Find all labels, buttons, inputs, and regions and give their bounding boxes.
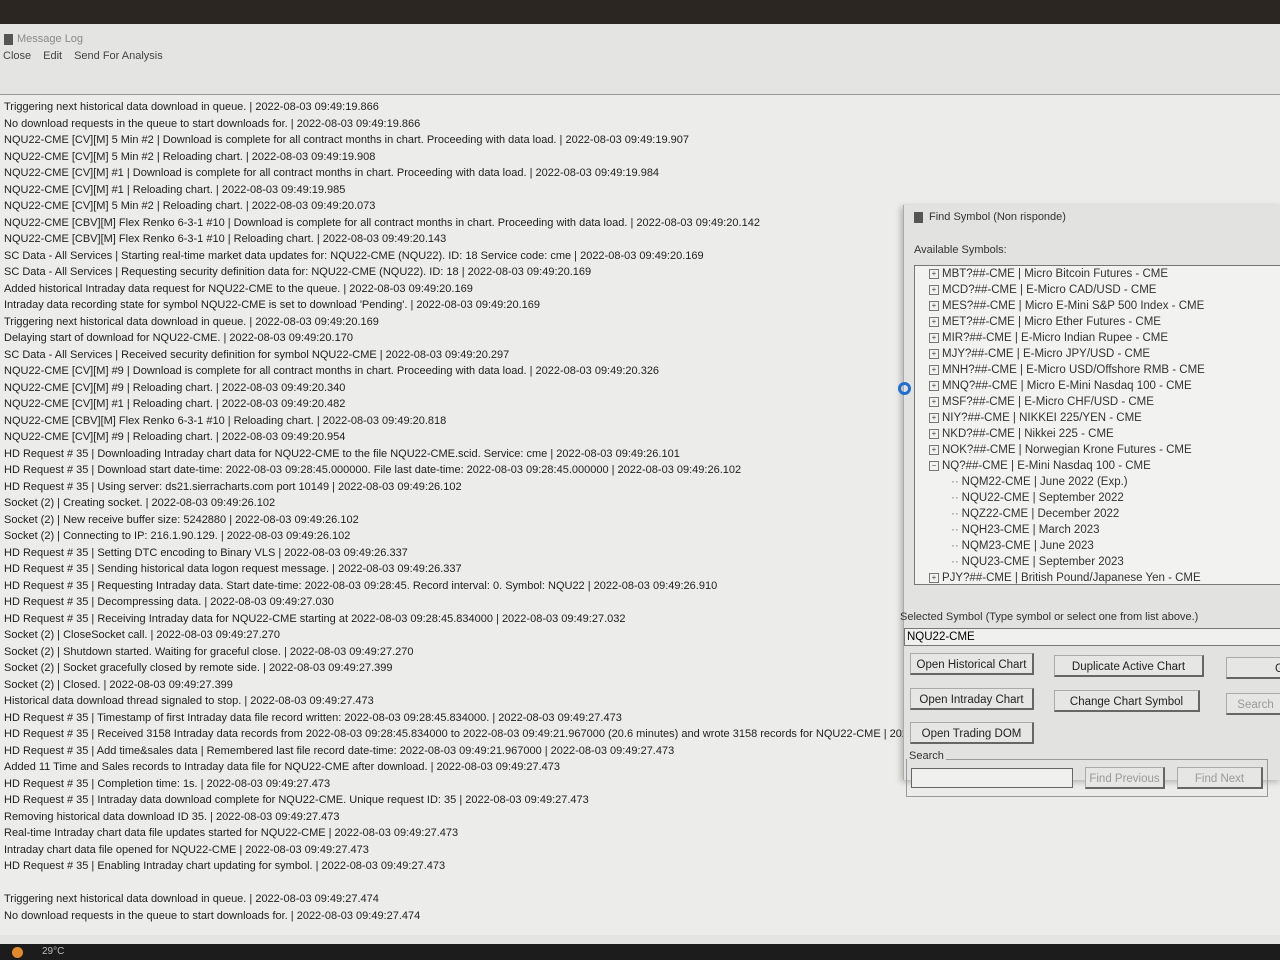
find-next-button[interactable]: Find Next [1177,767,1263,789]
available-symbols-label: Available Symbols: [914,244,1007,256]
search-input[interactable] [911,768,1073,788]
selected-symbol-label: Selected Symbol (Type symbol or select o… [900,611,1199,623]
expand-icon[interactable]: + [929,429,939,439]
tree-child-label: NQU23-CME | September 2023 [961,556,1124,568]
duplicate-active-chart-button[interactable]: Duplicate Active Chart [1054,655,1204,677]
log-entry: NQU22-CME [CV][M] #1 | Download is compl… [4,167,660,179]
expand-icon[interactable]: + [929,333,939,343]
log-entry: NQU22-CME [CV][M] 5 Min #2 | Download is… [4,134,690,146]
window-title: Message Log [17,33,84,45]
tree-item-label: NIY?##-CME | NIKKEI 225/YEN - CME [942,412,1142,424]
tree-item[interactable]: − NQ?##-CME | E-Mini Nasdaq 100 - CME [915,458,1280,474]
tree-child-label: NQU22-CME | September 2022 [961,492,1124,504]
expand-icon[interactable]: + [929,573,939,583]
tree-item-label: MIR?##-CME | E-Micro Indian Rupee - CME [942,332,1169,344]
sun-icon [12,947,23,958]
find-symbol-dialog: Find Symbol (Non risponde) Available Sym… [900,205,1280,797]
tree-item-label: PJY?##-CME | British Pound/Japanese Yen … [942,572,1201,584]
log-entry: Removing historical data download ID 35.… [4,810,340,823]
dialog-icon [914,211,923,223]
taskbar: 29°C [0,944,1280,960]
tree-item-label: MBT?##-CME | Micro Bitcoin Futures - CME [942,268,1169,280]
tree-child-item[interactable]: NQM23-CME | June 2023 [915,538,1280,554]
tree-item-label: MET?##-CME | Micro Ether Futures - CME [942,316,1161,328]
tree-item[interactable]: + MBT?##-CME | Micro Bitcoin Futures - CM… [915,266,1280,282]
log-entry [4,875,1280,892]
tree-child-label: NQM22-CME | June 2022 (Exp.) [961,476,1128,488]
tree-item[interactable]: + MES?##-CME | Micro E-Mini S&P 500 Index… [915,298,1280,314]
tree-child-item[interactable]: NQU23-CME | September 2023 [915,554,1280,570]
selected-symbol-input[interactable]: NQU22-CME [904,628,1280,646]
title-bar: Message Log [0,28,1280,50]
tree-item-label: MES?##-CME | Micro E-Mini S&P 500 Index … [942,300,1205,312]
log-entry: No download requests in the queue to sta… [4,909,421,922]
expand-icon[interactable]: + [929,365,939,375]
expand-icon[interactable]: + [929,397,939,407]
tree-child-item[interactable]: NQZ22-CME | December 2022 [915,506,1280,522]
tree-item[interactable]: + NOK?##-CME | Norwegian Krone Futures - … [915,442,1280,458]
menu-close[interactable]: Close [3,50,31,68]
tree-child-label: NQH23-CME | March 2023 [961,524,1100,536]
go-button[interactable]: G [1226,657,1280,679]
open-intraday-chart-button[interactable]: Open Intraday Chart [910,688,1034,710]
log-entry: Triggering next historical data download… [4,101,379,113]
log-entry: Real-time Intraday chart data file updat… [4,827,459,839]
tree-item[interactable]: + MNQ?##-CME | Micro E-Mini Nasdaq 100 - … [915,378,1280,394]
open-trading-dom-button[interactable]: Open Trading DOM [910,722,1034,744]
dialog-title-bar: Find Symbol (Non risponde) [914,211,1066,223]
tree-item-label: MJY?##-CME | E-Micro JPY/USD - CME [942,348,1151,360]
log-entry: NQU22-CME [CV][M] #1 | Reloading chart. … [4,183,346,196]
tree-item[interactable]: + MET?##-CME | Micro Ether Futures - CME [915,314,1280,330]
menu-bar: Close Edit Send For Analysis [0,50,163,68]
tree-child-item[interactable]: NQM22-CME | June 2022 (Exp.) [915,474,1280,490]
dialog-title: Find Symbol (Non risponde) [929,211,1066,223]
tree-item[interactable]: + PJY?##-CME | British Pound/Japanese Yen… [915,570,1280,584]
expand-icon[interactable]: + [929,445,939,455]
tree-item-label: MNH?##-CME | E-Micro USD/Offshore RMB - … [942,364,1205,376]
tree-item[interactable]: + MJY?##-CME | E-Micro JPY/USD - CME [915,346,1280,362]
app-icon [4,33,13,45]
log-entry: NQU22-CME [CV][M] 5 Min #2 | Reloading c… [4,150,376,163]
log-entry: HD Request # 35 | Enabling Intraday char… [4,860,446,872]
tree-child-item[interactable]: NQU22-CME | September 2022 [915,490,1280,506]
tree-item[interactable]: + MCD?##-CME | E-Micro CAD/USD - CME [915,282,1280,298]
tree-item-label: MCD?##-CME | E-Micro CAD/USD - CME [942,284,1157,296]
log-entry: Triggering next historical data download… [4,893,379,905]
tree-item[interactable]: + NIY?##-CME | NIKKEI 225/YEN - CME [915,410,1280,426]
tree-item-label: NKD?##-CME | Nikkei 225 - CME [942,428,1114,440]
log-entry: No download requests in the queue to sta… [4,117,421,130]
tree-child-label: NQZ22-CME | December 2022 [961,508,1120,520]
tree-item-label: MNQ?##-CME | Micro E-Mini Nasdaq 100 - C… [942,380,1192,392]
tree-child-label: NQM23-CME | June 2023 [961,540,1094,552]
expand-icon[interactable]: + [929,285,939,295]
tree-item-label: MSF?##-CME | E-Micro CHF/USD - CME [942,396,1154,408]
search-group: Search Find Previous Find Next [906,750,1268,797]
tree-item-label: NOK?##-CME | Norwegian Krone Futures - C… [942,444,1192,456]
expand-icon[interactable]: + [929,349,939,359]
tree-item[interactable]: + NKD?##-CME | Nikkei 225 - CME [915,426,1280,442]
tree-item[interactable]: + MSF?##-CME | E-Micro CHF/USD - CME [915,394,1280,410]
log-entry: Intraday chart data file opened for NQU2… [4,843,369,856]
tree-item[interactable]: + MNH?##-CME | E-Micro USD/Offshore RMB -… [915,362,1280,378]
expand-icon[interactable]: + [929,301,939,311]
expand-icon[interactable]: + [929,381,939,391]
change-chart-symbol-button[interactable]: Change Chart Symbol [1054,690,1200,712]
cursor-indicator [898,382,911,395]
temperature[interactable]: 29°C [42,946,64,957]
menu-edit[interactable]: Edit [43,50,62,68]
expand-icon[interactable]: + [929,317,939,327]
tree-child-item[interactable]: NQH23-CME | March 2023 [915,522,1280,538]
tree-item-label: NQ?##-CME | E-Mini Nasdaq 100 - CME [942,460,1151,472]
search-button[interactable]: Search [1226,693,1280,715]
search-label: Search [907,750,946,762]
symbol-tree[interactable]: + MBT?##-CME | Micro Bitcoin Futures - CM… [914,265,1280,585]
collapse-icon[interactable]: − [929,461,939,471]
tree-item[interactable]: + MIR?##-CME | E-Micro Indian Rupee - CME [915,330,1280,346]
screen: Message Log Close Edit Send For Analysis… [0,24,1280,944]
expand-icon[interactable]: + [929,269,939,279]
expand-icon[interactable]: + [929,413,939,423]
find-previous-button[interactable]: Find Previous [1085,767,1165,789]
open-historical-chart-button[interactable]: Open Historical Chart [910,653,1034,675]
menu-send-for-analysis[interactable]: Send For Analysis [74,50,163,68]
